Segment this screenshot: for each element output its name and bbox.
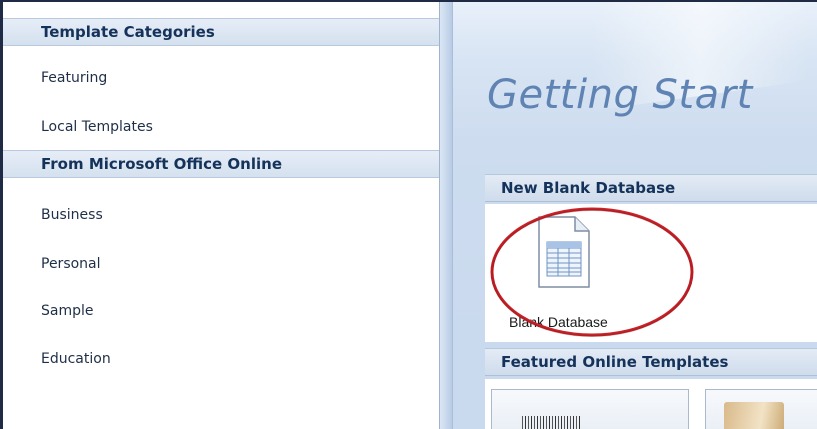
sidebar-item-business[interactable]: Business [3,203,439,227]
blank-database-label: Blank Database [509,314,608,330]
template-categories-header: Template Categories [3,18,439,46]
from-office-online-header: From Microsoft Office Online [3,150,439,178]
database-document-icon [538,216,590,288]
sidebar-item-featuring[interactable]: Featuring [3,66,439,90]
new-blank-database-header: New Blank Database [485,174,817,202]
template-thumbnail-1[interactable] [491,389,689,429]
sidebar-item-sample[interactable]: Sample [3,299,439,323]
sidebar-item-education[interactable]: Education [3,347,439,371]
blank-database-tile[interactable]: Blank Database [509,216,629,336]
page-title: Getting Start [487,72,753,118]
featured-online-templates-header: Featured Online Templates [485,348,817,376]
template-thumbnail-2[interactable] [705,389,817,429]
getting-started-window: Template Categories Featuring Local Temp… [0,0,817,429]
template-thumbnail-icon [522,416,580,429]
template-thumbnail-icon [724,402,784,429]
sidebar-splitter[interactable] [440,2,453,429]
sidebar-item-personal[interactable]: Personal [3,252,439,276]
template-categories-sidebar: Template Categories Featuring Local Temp… [3,2,440,429]
sidebar-item-local-templates[interactable]: Local Templates [3,115,439,139]
